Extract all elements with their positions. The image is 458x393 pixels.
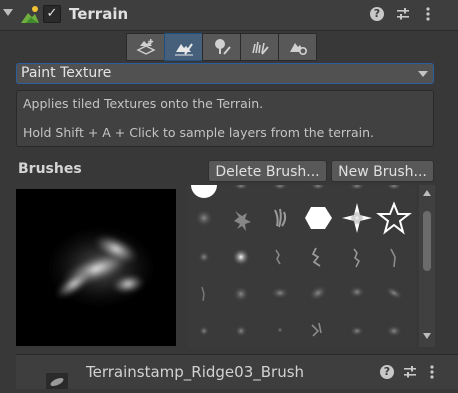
presets-icon[interactable] — [402, 364, 418, 380]
paint-terrain-tool[interactable] — [164, 33, 203, 61]
brush-cell[interactable] — [353, 248, 360, 268]
brush-cell[interactable] — [386, 185, 402, 190]
terrain-icon — [20, 4, 40, 24]
brush-cell[interactable] — [233, 286, 249, 302]
scrollbar-thumb[interactable] — [423, 211, 431, 271]
brush-cell[interactable] — [305, 206, 332, 229]
brush-cell[interactable] — [234, 211, 251, 231]
create-neighbor-terrain-icon — [135, 39, 156, 55]
brush-cell[interactable] — [390, 248, 396, 268]
brush-cell[interactable] — [201, 286, 205, 302]
brush-cell[interactable] — [272, 185, 288, 190]
brush-cell[interactable] — [191, 185, 217, 198]
brush-cell[interactable] — [311, 322, 322, 337]
brushes-heading: Brushes — [18, 161, 82, 177]
description-line: Applies tiled Textures onto the Terrain. — [23, 96, 264, 111]
tool-description-box: Applies tiled Textures onto the Terrain.… — [16, 90, 434, 147]
paint-details-icon — [251, 41, 269, 55]
brush-cell[interactable] — [275, 249, 281, 265]
brush-cell[interactable] — [311, 247, 321, 267]
terrain-settings-icon — [289, 43, 307, 56]
brush-cell[interactable] — [350, 326, 364, 336]
brush-preview-image — [16, 189, 176, 346]
create-neighbor-terrain-tool[interactable] — [126, 33, 165, 61]
selected-brush-header[interactable]: Terrainstamp_Ridge03_Brush ? — [16, 354, 458, 389]
component-title: Terrain — [69, 5, 129, 23]
chevron-down-icon — [418, 71, 428, 77]
brush-cell[interactable] — [233, 185, 249, 190]
dropdown-selected-value: Paint Texture — [21, 65, 112, 81]
selected-brush-name: Terrainstamp_Ridge03_Brush — [86, 363, 305, 381]
brush-cell[interactable] — [386, 325, 402, 337]
brush-cell[interactable] — [195, 209, 213, 227]
brush-cell[interactable] — [232, 248, 250, 266]
terrain-tool-toolbar — [126, 33, 320, 61]
brush-cell[interactable] — [271, 287, 289, 299]
new-brush-button[interactable]: New Brush... — [331, 160, 434, 182]
brush-grid[interactable] — [188, 185, 416, 347]
inspector-component-header[interactable]: ✓ Terrain ? — [0, 0, 458, 31]
paint-trees-icon — [214, 39, 231, 55]
brush-cell[interactable] — [349, 286, 365, 298]
terrain-settings-tool[interactable] — [278, 33, 317, 61]
paint-details-tool[interactable] — [240, 33, 279, 61]
brush-cell[interactable] — [349, 185, 365, 190]
help-icon[interactable]: ? — [369, 6, 385, 22]
brush-grid-scrollbar[interactable] — [419, 185, 435, 347]
paint-tool-dropdown[interactable]: Paint Texture — [16, 63, 434, 84]
presets-icon[interactable] — [395, 6, 411, 22]
brush-cell[interactable] — [342, 203, 372, 233]
brush-cell[interactable] — [306, 282, 330, 304]
enable-checkbox[interactable]: ✓ — [43, 5, 61, 23]
description-line: Hold Shift + A + Click to sample layers … — [23, 125, 375, 140]
kebab-menu-icon[interactable] — [424, 364, 440, 380]
paint-terrain-icon — [174, 43, 193, 56]
brush-cell[interactable] — [235, 325, 247, 337]
brush-cell[interactable] — [274, 208, 287, 228]
brush-cell[interactable] — [198, 251, 210, 263]
scroll-down-arrow-icon[interactable] — [423, 333, 431, 339]
brush-cell[interactable] — [277, 327, 283, 333]
scroll-up-arrow-icon[interactable] — [423, 190, 431, 196]
brush-cell[interactable] — [199, 326, 209, 336]
foldout-arrow-icon[interactable] — [3, 9, 13, 16]
help-icon[interactable]: ? — [379, 364, 395, 380]
kebab-menu-icon[interactable] — [420, 6, 436, 22]
paint-trees-tool[interactable] — [202, 33, 241, 61]
brush-cell[interactable] — [310, 185, 326, 190]
brush-cell[interactable] — [383, 284, 405, 303]
brush-cell[interactable] — [376, 201, 412, 235]
brush-thumbnail-icon — [46, 373, 68, 389]
delete-brush-button[interactable]: Delete Brush... — [208, 160, 327, 182]
